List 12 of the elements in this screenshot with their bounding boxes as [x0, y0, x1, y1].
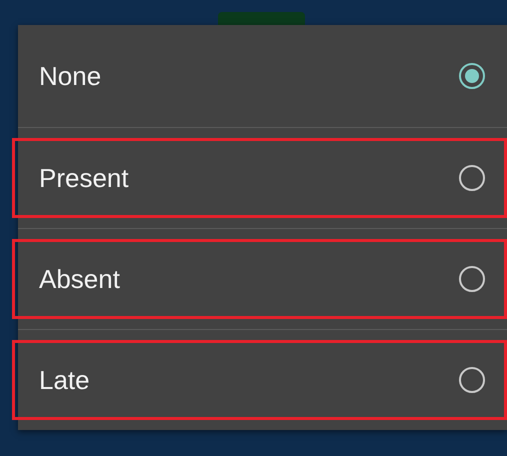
- radio-button[interactable]: [459, 266, 485, 292]
- option-label: Absent: [39, 264, 120, 294]
- option-label: None: [39, 60, 102, 92]
- radio-button[interactable]: [459, 165, 485, 191]
- radio-button[interactable]: [459, 367, 485, 393]
- option-label: Present: [39, 162, 129, 194]
- option-row[interactable]: Late: [18, 329, 507, 430]
- option-row[interactable]: Present: [18, 127, 507, 228]
- option-row[interactable]: Absent: [18, 228, 507, 329]
- radio-button[interactable]: [459, 63, 485, 89]
- option-row[interactable]: None: [18, 25, 507, 127]
- option-label: Late: [39, 364, 90, 396]
